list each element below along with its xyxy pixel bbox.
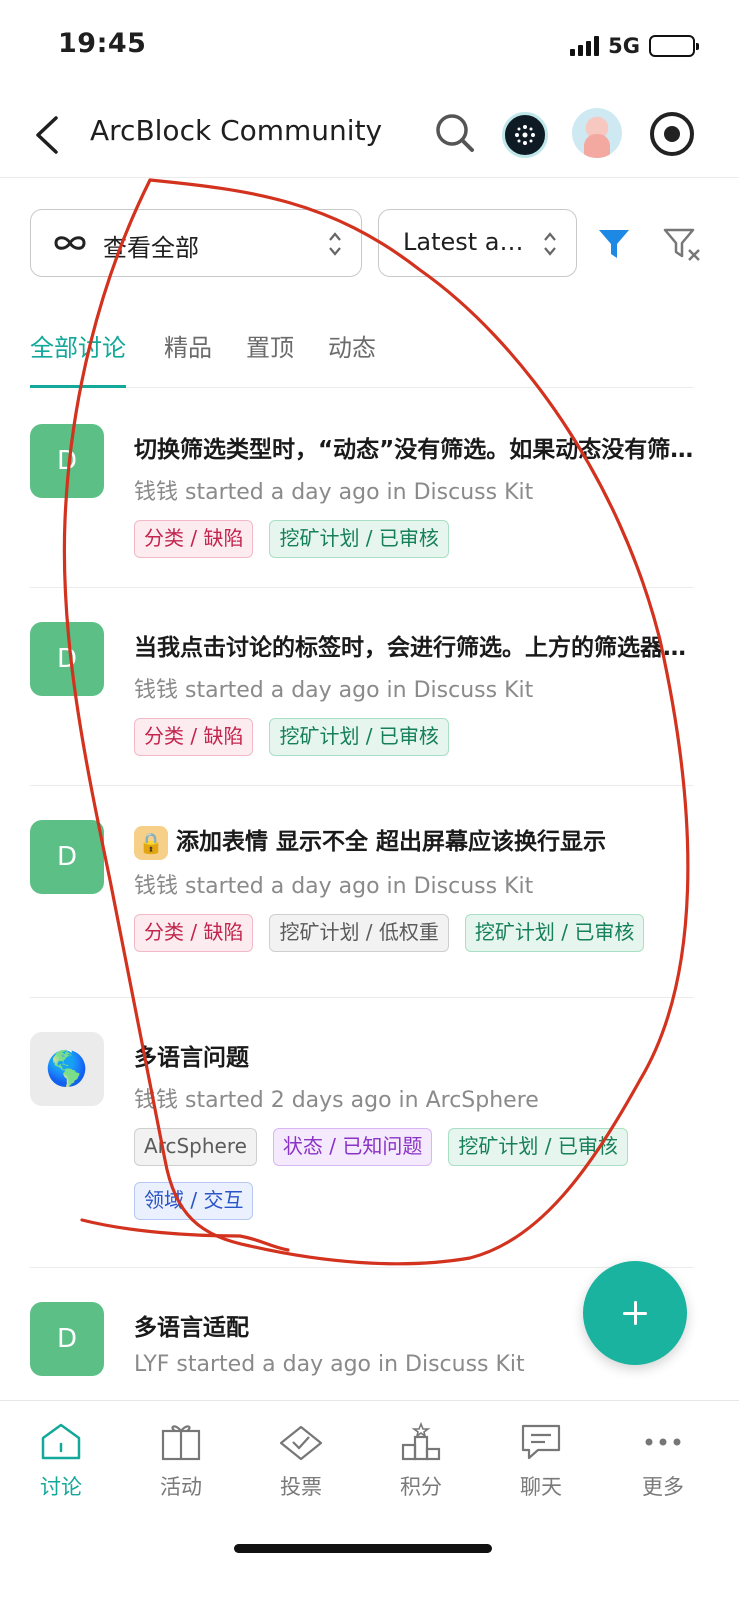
filter-clear-icon bbox=[663, 228, 700, 261]
tag[interactable]: 挖矿计划 / 已审核 bbox=[464, 914, 645, 952]
clear-filter-button[interactable] bbox=[662, 226, 702, 264]
back-button[interactable] bbox=[30, 110, 70, 160]
nav-item-discussion[interactable]: 讨论 bbox=[11, 1421, 111, 1501]
battery-icon bbox=[649, 35, 699, 57]
post-title-text: 添加表情 显示不全 超出屏幕应该换行显示 bbox=[176, 829, 607, 855]
post-tags: ArcSphere 状态 / 已知问题 挖矿计划 / 已审核 领域 / 交互 bbox=[134, 1128, 698, 1220]
signal-icon bbox=[570, 36, 600, 56]
post-title[interactable]: 🔒 添加表情 显示不全 超出屏幕应该换行显示 bbox=[134, 822, 694, 860]
category-select-label: 查看全部 bbox=[103, 234, 199, 262]
list-item[interactable]: 🌎 多语言问题 钱钱 started 2 days ago in ArcSphe… bbox=[30, 998, 694, 1268]
post-meta: LYF started a day ago in Discuss Kit bbox=[134, 1352, 525, 1377]
search-button[interactable] bbox=[430, 108, 482, 160]
post-title[interactable]: 切换筛选类型时，“动态”没有筛选。如果动态没有筛选功能 bbox=[134, 430, 694, 464]
status-bar: 19:45 5G bbox=[0, 0, 739, 92]
user-avatar[interactable] bbox=[572, 108, 622, 158]
post-title[interactable]: 当我点击讨论的标签时，会进行筛选。上方的筛选器没有变化 bbox=[134, 628, 694, 662]
blocklet-logo-icon[interactable] bbox=[502, 112, 548, 158]
tag[interactable]: 分类 / 缺陷 bbox=[134, 520, 254, 558]
home-indicator bbox=[234, 1544, 492, 1553]
new-discussion-button[interactable] bbox=[583, 1261, 687, 1365]
nav-item-points[interactable]: 积分 bbox=[371, 1421, 471, 1501]
lock-icon: 🔒 bbox=[134, 825, 168, 860]
network-label: 5G bbox=[608, 34, 640, 58]
tab-all-discussions[interactable]: 全部讨论 bbox=[30, 328, 126, 388]
gift-icon bbox=[161, 1425, 201, 1461]
tab-activity[interactable]: 动态 bbox=[328, 328, 376, 388]
post-avatar: D bbox=[30, 622, 104, 696]
status-time: 19:45 bbox=[58, 28, 147, 59]
search-icon bbox=[436, 114, 474, 152]
post-tags: 分类 / 缺陷 挖矿计划 / 低权重 挖矿计划 / 已审核 bbox=[134, 914, 698, 952]
chat-icon bbox=[521, 1424, 561, 1460]
category-select[interactable]: 查看全部 bbox=[30, 209, 362, 277]
vote-icon bbox=[279, 1425, 323, 1461]
post-meta: 钱钱 started a day ago in Discuss Kit bbox=[134, 480, 534, 505]
infinity-icon bbox=[54, 236, 86, 250]
list-item[interactable]: D 🔒 添加表情 显示不全 超出屏幕应该换行显示 钱钱 started a day… bbox=[30, 786, 694, 998]
tag[interactable]: ArcSphere bbox=[134, 1128, 257, 1166]
tag[interactable]: 状态 / 已知问题 bbox=[272, 1128, 433, 1166]
list-item[interactable]: D 当我点击讨论的标签时，会进行筛选。上方的筛选器没有变化 钱钱 started… bbox=[30, 588, 694, 786]
nav-item-more[interactable]: 更多 bbox=[613, 1421, 713, 1501]
post-meta: 钱钱 started a day ago in Discuss Kit bbox=[134, 678, 534, 703]
sort-select[interactable]: Latest activity bbox=[378, 209, 577, 277]
post-avatar: D bbox=[30, 820, 104, 894]
app-header: ArcBlock Community bbox=[0, 92, 739, 178]
tag[interactable]: 分类 / 缺陷 bbox=[134, 718, 254, 756]
tag[interactable]: 挖矿计划 / 已审核 bbox=[269, 520, 449, 558]
sort-arrows-icon bbox=[329, 232, 341, 256]
nav-label: 积分 bbox=[400, 1475, 442, 1499]
list-item[interactable]: D 切换筛选类型时，“动态”没有筛选。如果动态没有筛选功能 钱钱 started… bbox=[30, 390, 694, 588]
post-meta: 钱钱 started 2 days ago in ArcSphere bbox=[134, 1088, 539, 1113]
nav-label: 讨论 bbox=[40, 1475, 82, 1499]
tag[interactable]: 挖矿计划 / 已审核 bbox=[269, 718, 449, 756]
tag[interactable]: 领域 / 交互 bbox=[134, 1182, 254, 1220]
nav-label: 活动 bbox=[160, 1475, 202, 1499]
tab-pinned[interactable]: 置顶 bbox=[246, 328, 294, 388]
tag[interactable]: 挖矿计划 / 已审核 bbox=[448, 1128, 628, 1166]
post-avatar: D bbox=[30, 1302, 104, 1376]
post-avatar: D bbox=[30, 424, 104, 498]
tab-featured[interactable]: 精品 bbox=[164, 328, 212, 388]
post-tags: 分类 / 缺陷 挖矿计划 / 已审核 bbox=[134, 520, 698, 558]
tag[interactable]: 挖矿计划 / 低权重 bbox=[269, 914, 449, 952]
post-meta: 钱钱 started a day ago in Discuss Kit bbox=[134, 874, 534, 899]
sort-arrows-icon bbox=[544, 232, 556, 256]
nav-label: 聊天 bbox=[520, 1475, 562, 1499]
podium-icon bbox=[401, 1421, 441, 1461]
nav-item-activities[interactable]: 活动 bbox=[131, 1421, 231, 1501]
nav-label: 更多 bbox=[642, 1475, 684, 1499]
nav-item-chat[interactable]: 聊天 bbox=[491, 1421, 591, 1501]
record-icon[interactable] bbox=[650, 112, 694, 156]
chevron-left-icon bbox=[36, 116, 58, 154]
nav-label: 投票 bbox=[280, 1475, 322, 1499]
filter-button[interactable] bbox=[596, 226, 632, 262]
status-indicators: 5G bbox=[570, 34, 699, 58]
post-tags: 分类 / 缺陷 挖矿计划 / 已审核 bbox=[134, 718, 698, 756]
more-icon bbox=[645, 1438, 681, 1446]
page-title: ArcBlock Community bbox=[90, 114, 383, 147]
nav-item-vote[interactable]: 投票 bbox=[251, 1421, 351, 1501]
discussion-tabs: 全部讨论 精品 置顶 动态 bbox=[30, 318, 694, 388]
tag[interactable]: 分类 / 缺陷 bbox=[134, 914, 254, 952]
filter-icon bbox=[599, 230, 629, 258]
sort-select-label: Latest activity bbox=[403, 228, 533, 256]
globe-icon: 🌎 bbox=[30, 1032, 104, 1106]
bottom-nav: 讨论 活动 投票 积分 聊天 更多 bbox=[0, 1400, 739, 1600]
post-title[interactable]: 多语言问题 bbox=[134, 1038, 694, 1072]
home-icon bbox=[41, 1423, 81, 1460]
